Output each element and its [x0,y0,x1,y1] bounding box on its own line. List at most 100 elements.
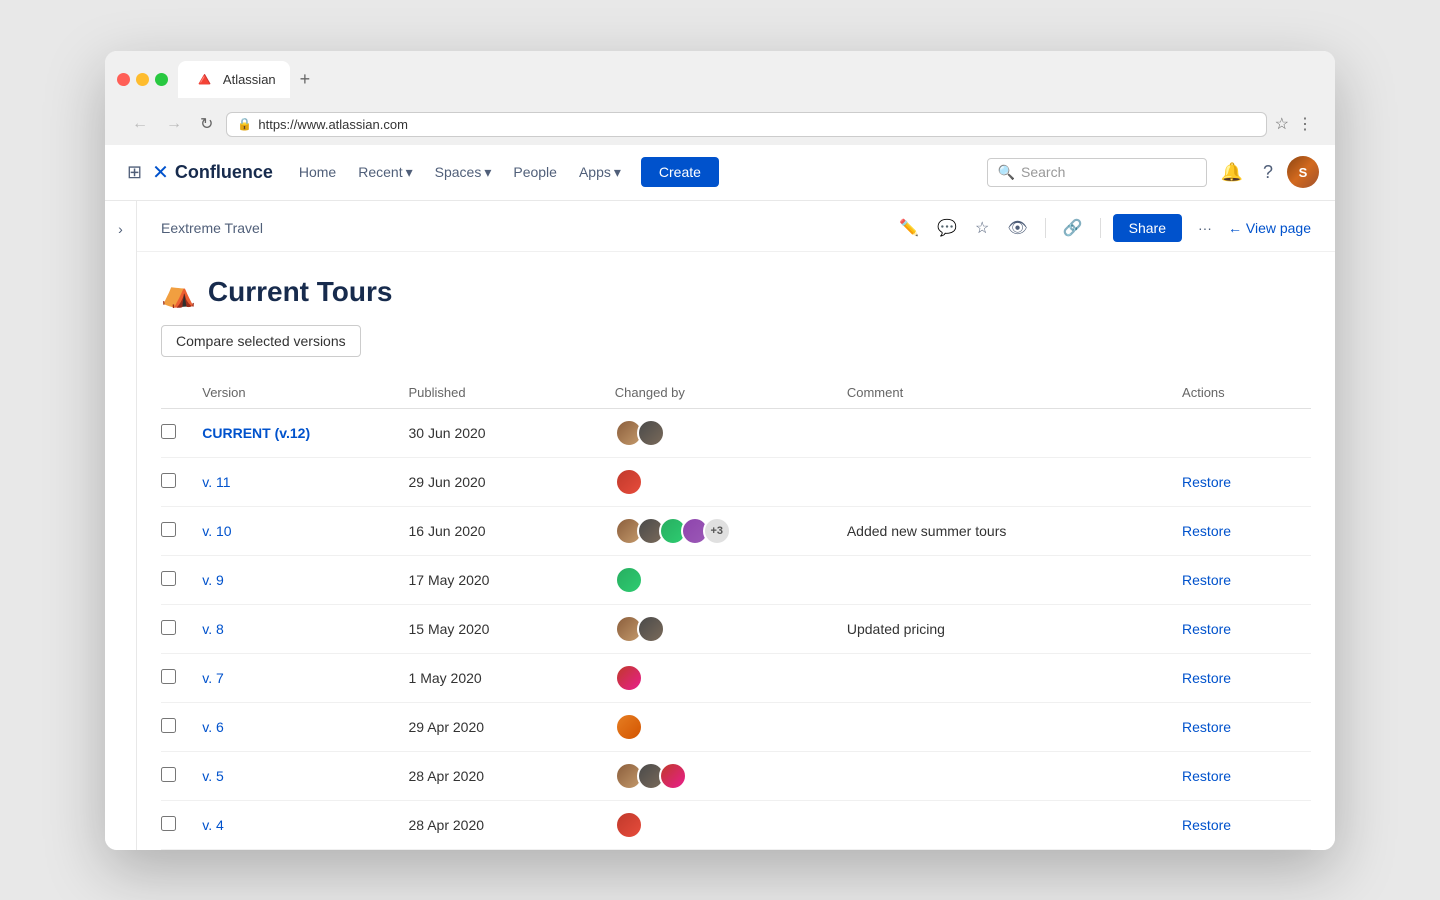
share-button[interactable]: Share [1113,214,1182,242]
search-placeholder: Search [1021,164,1065,180]
table-row: v. 9 17 May 2020 Restore [161,555,1311,604]
page-header: ⛺ Current Tours [161,252,1311,325]
version-link[interactable]: v. 8 [202,621,224,637]
tab-bar: 🔺 Atlassian + [178,61,1323,98]
nav-right: 🔍 Search 🔔 ? S [987,156,1319,189]
edit-button[interactable]: ✏️ [894,213,924,243]
published-date: 15 May 2020 [409,604,615,653]
version-link[interactable]: v. 7 [202,670,224,686]
version-link[interactable]: v. 5 [202,768,224,784]
changed-by [615,457,847,506]
version-comment [847,653,1182,702]
forward-button[interactable]: → [161,113,187,135]
star-icon[interactable]: ☆ [1275,114,1289,134]
sidebar-toggle-button[interactable]: › [112,217,129,241]
chevron-down-icon: ▾ [614,164,621,181]
nav-recent[interactable]: Recent ▾ [348,158,422,187]
title-bar: 🔺 Atlassian + [117,61,1323,98]
tab-title: Atlassian [223,72,276,87]
maximize-button[interactable] [155,73,168,86]
changed-by [615,751,847,800]
nav-apps[interactable]: Apps ▾ [569,158,631,187]
tab-favicon: 🔺 [192,67,217,92]
avatar [615,468,643,496]
changed-by [615,702,847,751]
nav-people[interactable]: People [503,158,567,186]
version-label[interactable]: CURRENT (v.12) [202,425,310,441]
version-comment [847,751,1182,800]
table-row: v. 1016 Jun 2020+3Added new summer tours… [161,506,1311,555]
user-avatar[interactable]: S [1287,156,1319,188]
row-checkbox[interactable] [161,424,176,439]
row-checkbox[interactable] [161,473,176,488]
published-date: 29 Apr 2020 [409,702,615,751]
version-link[interactable]: v. 11 [202,474,230,490]
restore-link[interactable]: Restore [1182,670,1231,686]
version-comment: Updated pricing [847,604,1182,653]
col-comment: Comment [847,377,1182,409]
changed-by [615,555,847,604]
refresh-button[interactable]: ↻ [195,112,218,136]
back-button[interactable]: ← [127,113,153,135]
view-page-button[interactable]: ← View page [1228,220,1311,236]
address-bar[interactable]: 🔒 https://www.atlassian.com [226,112,1266,137]
page-actions: ✏️ 💬 ☆ 👁 🔗 Share ··· ← View page [894,213,1311,243]
search-box[interactable]: 🔍 Search [987,158,1207,187]
version-comment [847,555,1182,604]
create-button[interactable]: Create [641,157,719,187]
published-date: 30 Jun 2020 [409,408,615,457]
row-checkbox[interactable] [161,571,176,586]
page-emoji: ⛺ [161,276,196,309]
table-header: Version Published Changed by Comment Act… [161,377,1311,409]
restore-link[interactable]: Restore [1182,621,1231,637]
menu-icon[interactable]: ⋮ [1297,114,1313,134]
breadcrumb[interactable]: Eextreme Travel [161,220,263,236]
changed-by [615,800,847,849]
restore-link[interactable]: Restore [1182,523,1231,539]
minimize-button[interactable] [136,73,149,86]
version-comment [847,457,1182,506]
restore-link[interactable]: Restore [1182,719,1231,735]
notification-bell-button[interactable]: 🔔 [1215,156,1249,189]
restore-link[interactable]: Restore [1182,474,1231,490]
restore-link[interactable]: Restore [1182,572,1231,588]
browser-window: 🔺 Atlassian + ← → ↻ 🔒 https://www.atlass… [105,51,1335,850]
grid-icon-button[interactable]: ⊞ [121,156,148,189]
table-row: CURRENT (v.12) 30 Jun 2020 [161,408,1311,457]
changed-by: +3 [615,506,847,555]
row-checkbox[interactable] [161,620,176,635]
published-date: 17 May 2020 [409,555,615,604]
app-navbar: ⊞ ✕ Confluence Home Recent ▾ Spaces ▾ Pe… [105,145,1335,201]
active-tab[interactable]: 🔺 Atlassian [178,61,290,98]
confluence-logo-icon: ✕ [152,160,169,185]
version-link[interactable]: v. 10 [202,523,231,539]
versions-table: Version Published Changed by Comment Act… [161,377,1311,850]
row-checkbox[interactable] [161,816,176,831]
row-checkbox[interactable] [161,767,176,782]
nav-spaces[interactable]: Spaces ▾ [425,158,502,187]
watch-button[interactable]: 👁 [1002,213,1032,243]
col-published: Published [409,377,615,409]
avatar [637,615,665,643]
comment-button[interactable]: 💬 [932,213,962,243]
restore-link[interactable]: Restore [1182,817,1231,833]
version-link[interactable]: v. 4 [202,817,224,833]
restore-link[interactable]: Restore [1182,768,1231,784]
chevron-down-icon: ▾ [484,164,491,181]
version-link[interactable]: v. 6 [202,719,224,735]
new-tab-button[interactable]: + [296,69,315,90]
search-icon: 🔍 [998,164,1015,181]
more-options-button[interactable]: ··· [1190,215,1220,241]
version-link[interactable]: v. 9 [202,572,224,588]
help-button[interactable]: ? [1257,156,1279,189]
page-content-area: › Eextreme Travel ✏️ 💬 ☆ 👁 🔗 Share ··· ←… [105,201,1335,850]
confluence-logo[interactable]: ✕ Confluence [152,160,273,185]
compare-selected-versions-button[interactable]: Compare selected versions [161,325,361,357]
nav-home[interactable]: Home [289,158,346,186]
close-button[interactable] [117,73,130,86]
row-checkbox[interactable] [161,718,176,733]
star-page-button[interactable]: ☆ [970,213,994,243]
row-checkbox[interactable] [161,522,176,537]
link-button[interactable]: 🔗 [1058,213,1088,243]
row-checkbox[interactable] [161,669,176,684]
